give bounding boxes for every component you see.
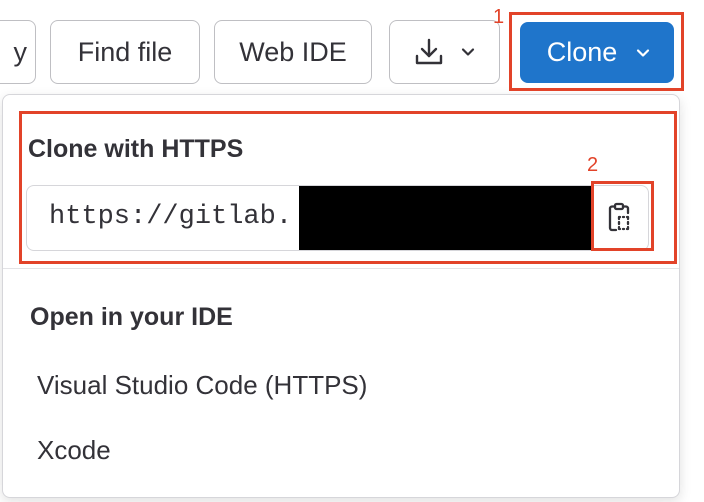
partial-toolbar-button[interactable]: y xyxy=(0,20,36,84)
annotation-marker-1: 1 xyxy=(493,6,505,28)
clone-https-heading: Clone with HTTPS xyxy=(28,135,244,163)
open-in-ide-heading: Open in your IDE xyxy=(30,303,233,331)
web-ide-button[interactable]: Web IDE xyxy=(214,20,372,84)
open-xcode-item[interactable]: Xcode xyxy=(37,435,111,466)
clipboard-copy-icon xyxy=(606,202,634,234)
find-file-label: Find file xyxy=(77,36,173,67)
open-vscode-https-item[interactable]: Visual Studio Code (HTTPS) xyxy=(37,370,367,401)
chevron-down-icon xyxy=(460,44,476,60)
download-dropdown-button[interactable] xyxy=(389,20,500,84)
redacted-url-block xyxy=(299,186,592,250)
dropdown-divider xyxy=(3,268,679,269)
partial-button-label: y xyxy=(13,36,28,67)
https-url-text: https://gitlab. xyxy=(49,202,293,232)
annotation-marker-2: 2 xyxy=(587,154,599,176)
find-file-button[interactable]: Find file xyxy=(50,20,200,84)
web-ide-label: Web IDE xyxy=(239,36,347,67)
download-icon xyxy=(414,37,444,67)
copy-url-button[interactable] xyxy=(591,185,649,251)
https-url-field[interactable]: https://gitlab. xyxy=(26,185,592,251)
clone-button[interactable]: Clone xyxy=(520,22,674,83)
clone-button-label: Clone xyxy=(546,37,618,67)
chevron-down-icon xyxy=(635,45,651,61)
clone-dropdown-panel: Clone with HTTPS https://gitlab. Open in… xyxy=(2,94,680,498)
